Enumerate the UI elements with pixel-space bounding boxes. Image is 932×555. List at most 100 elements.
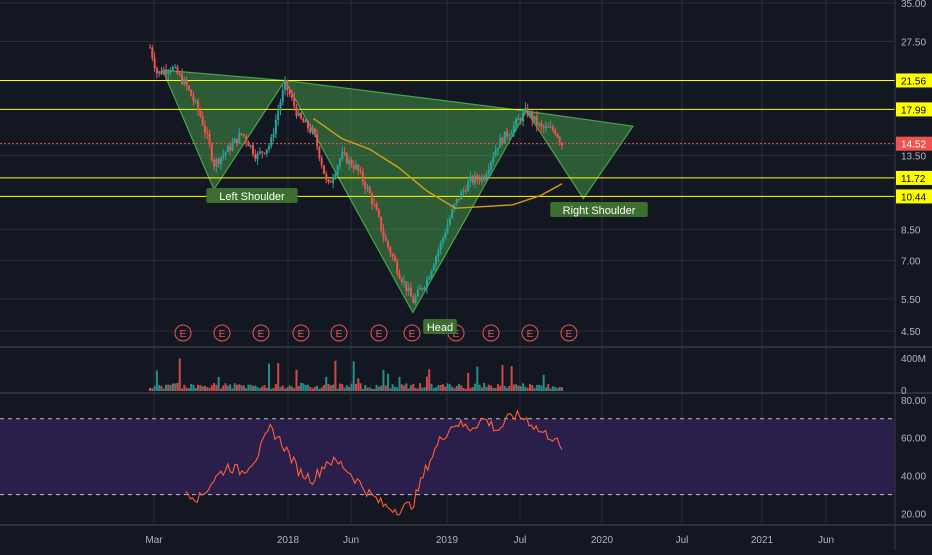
- volume-bar-35: [229, 384, 232, 391]
- rsi-tick-2: 40.00: [901, 472, 926, 483]
- volume-bar-147: [485, 386, 488, 391]
- earnings-label-0: E: [180, 329, 187, 340]
- volume-bar-42: [245, 388, 248, 391]
- price-tick-2: 13.50: [901, 151, 926, 162]
- candle-body-111: [403, 281, 406, 283]
- volume-bar-158: [510, 366, 513, 391]
- candle-body-25: [206, 132, 209, 134]
- candle-body-102: [382, 230, 385, 238]
- candle-body-88: [350, 159, 353, 166]
- volume-bar-77: [325, 376, 328, 391]
- volume-bar-163: [522, 383, 525, 391]
- candle-body-167: [531, 112, 534, 121]
- candle-body-118: [419, 288, 422, 290]
- volume-bar-84: [341, 384, 344, 391]
- candle-body-62: [290, 94, 293, 98]
- volume-bar-160: [515, 384, 518, 391]
- volume-bar-62: [290, 386, 293, 391]
- candle-body-96: [368, 187, 371, 194]
- volume-bar-87: [348, 386, 351, 391]
- last-price-tag: 14.52: [901, 140, 926, 151]
- rsi-tick-1: 60.00: [901, 434, 926, 445]
- price-tick-1: 27.50: [901, 38, 926, 49]
- volume-bar-33: [224, 383, 227, 391]
- volume-bar-18: [190, 384, 193, 391]
- earnings-label-1: E: [219, 329, 226, 340]
- candle-body-99: [375, 204, 378, 211]
- candle-body-10: [171, 66, 174, 71]
- volume-bar-127: [439, 384, 442, 391]
- candle-body-127: [439, 242, 442, 251]
- candle-body-149: [490, 161, 493, 170]
- volume-bar-173: [544, 387, 547, 391]
- time-tick-5: 2020: [591, 535, 614, 546]
- volume-bar-58: [281, 385, 284, 391]
- candle-body-154: [501, 137, 504, 144]
- volume-bar-114: [409, 385, 412, 391]
- volume-bar-3: [155, 370, 158, 391]
- volume-bar-133: [453, 388, 456, 391]
- volume-bar-178: [556, 388, 559, 391]
- volume-bar-46: [254, 385, 257, 391]
- candle-body-7: [165, 69, 168, 74]
- candle-body-68: [304, 120, 307, 123]
- candle-body-52: [268, 145, 271, 150]
- volume-bar-112: [405, 383, 408, 391]
- volume-bar-31: [219, 388, 222, 391]
- candle-body-54: [272, 133, 275, 138]
- volume-bar-19: [192, 384, 195, 391]
- volume-bar-171: [540, 385, 543, 391]
- volume-bar-148: [487, 384, 490, 391]
- candle-body-69: [306, 120, 309, 129]
- time-tick-3: 2019: [436, 535, 459, 546]
- volume-bar-107: [393, 386, 396, 391]
- candle-body-139: [467, 181, 470, 192]
- time-tick-8: Jun: [818, 535, 834, 546]
- candle-body-84: [341, 152, 344, 160]
- volume-bar-32: [222, 385, 225, 391]
- volume-bar-108: [396, 387, 399, 391]
- volume-bar-92: [359, 383, 362, 391]
- candle-body-41: [242, 134, 245, 136]
- candle-body-26: [208, 133, 211, 145]
- candle-body-150: [492, 156, 495, 162]
- candle-body-128: [441, 237, 444, 243]
- volume-bar-110: [400, 384, 403, 391]
- candle-body-89: [352, 165, 355, 169]
- level-tag-3: 10.44: [901, 192, 926, 203]
- volume-bar-53: [270, 388, 273, 391]
- volume-bar-101: [380, 385, 383, 391]
- volume-bar-139: [467, 372, 470, 391]
- volume-bar-88: [350, 383, 353, 391]
- candle-body-39: [238, 133, 241, 144]
- volume-bar-159: [512, 384, 515, 391]
- volume-bar-21: [197, 384, 200, 391]
- volume-bar-169: [535, 384, 538, 391]
- earnings-label-10: E: [566, 329, 573, 340]
- stock-chart[interactable]: EEEEEEEEEEE Left Shoulder Head Right Shoul…: [0, 0, 932, 550]
- candle-body-98: [373, 203, 376, 205]
- volume-bar-2: [153, 385, 156, 391]
- volume-bar-120: [423, 387, 426, 391]
- volume-bar-153: [499, 385, 502, 391]
- candle-body-132: [451, 209, 454, 218]
- volume-bar-179: [558, 386, 561, 391]
- volume-bar-180: [561, 387, 563, 391]
- chart-svg[interactable]: EEEEEEEEEEE Left ShoulderHeadRight Shoul…: [0, 0, 932, 550]
- pattern-label-0: Left Shoulder: [219, 191, 285, 203]
- volume-bar-102: [382, 369, 385, 391]
- volume-bar-165: [526, 387, 529, 391]
- volume-bar-132: [451, 386, 454, 391]
- candle-body-130: [446, 224, 449, 234]
- candle-body-106: [391, 253, 394, 257]
- candle-body-168: [533, 116, 536, 121]
- volume-bar-100: [377, 386, 380, 391]
- volume-bar-128: [441, 384, 444, 391]
- candle-body-93: [361, 171, 364, 183]
- volume-bar-106: [391, 384, 394, 391]
- candle-body-77: [325, 173, 328, 180]
- candle-body-103: [384, 237, 387, 241]
- candle-body-15: [183, 79, 186, 85]
- volume-bar-61: [288, 385, 291, 391]
- volume-bar-1: [151, 388, 154, 391]
